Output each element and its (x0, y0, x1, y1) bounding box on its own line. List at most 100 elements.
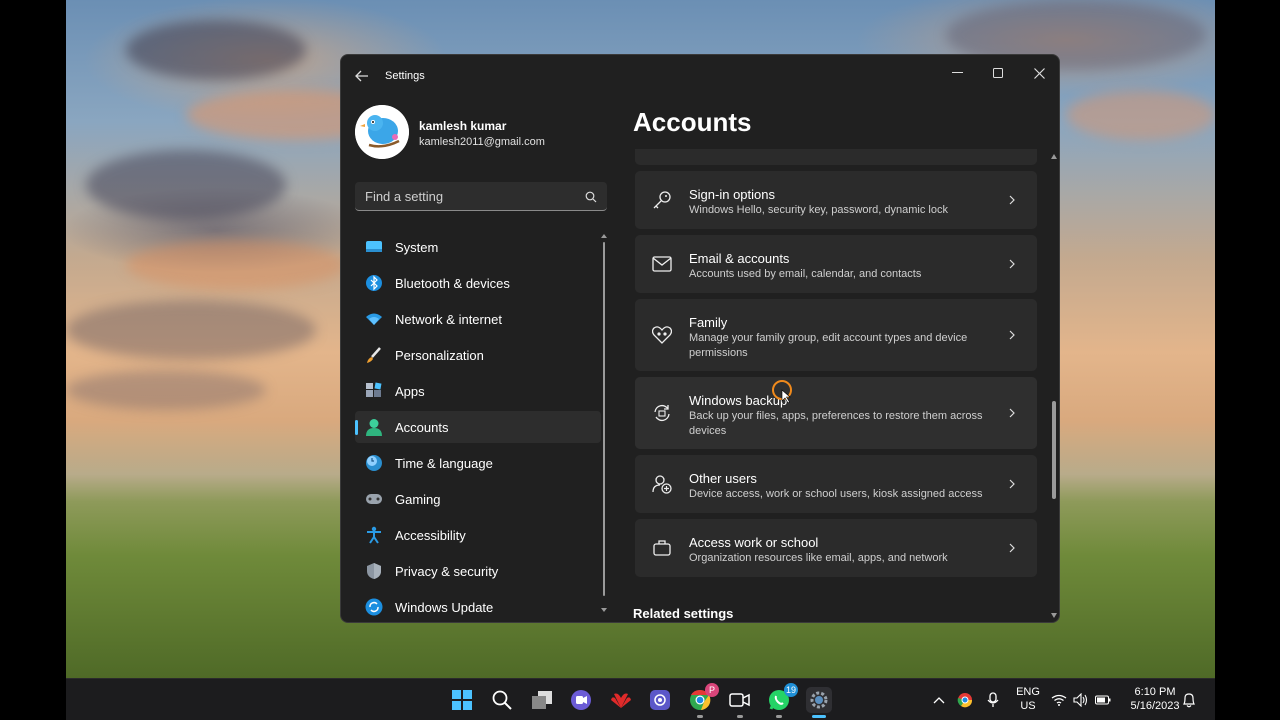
camera-icon[interactable] (727, 687, 753, 718)
maximize-icon[interactable] (978, 59, 1018, 87)
sidebar-item-label: Privacy & security (395, 564, 499, 579)
card-title: Other users (689, 471, 757, 486)
profile-email: kamlesh2011@gmail.com (419, 136, 545, 148)
start-button[interactable] (449, 687, 475, 713)
active-app-indicator (812, 715, 826, 718)
mail-icon (651, 253, 673, 275)
whatsapp-icon[interactable]: 19 (766, 683, 798, 718)
wifi-tray-icon[interactable] (1050, 687, 1068, 713)
sidebar-item-label: Personalization (395, 348, 484, 363)
back-arrow-icon[interactable] (353, 67, 371, 85)
gamepad-icon (365, 490, 383, 508)
close-icon[interactable] (1019, 59, 1059, 87)
clock-globe-icon (365, 454, 383, 472)
card-description: Manage your family group, edit account t… (689, 332, 968, 359)
card-family[interactable]: Family Manage your family group, edit ac… (635, 299, 1037, 371)
accounts-settings-list: Sign-in options Windows Hello, security … (633, 149, 1043, 622)
sidebar-item-personalization[interactable]: Personalization (355, 339, 601, 371)
task-view-icon[interactable] (529, 687, 555, 713)
content-scrollbar[interactable] (1049, 151, 1059, 621)
sidebar-item-accounts[interactable]: Accounts (355, 411, 601, 443)
card-sign-in-options[interactable]: Sign-in options Windows Hello, security … (635, 171, 1037, 229)
sidebar-item-gaming[interactable]: Gaming (355, 483, 601, 515)
huawei-icon[interactable] (608, 687, 634, 713)
sidebar-item-privacy[interactable]: Privacy & security (355, 555, 601, 587)
language-line2: US (1020, 700, 1036, 712)
search-box[interactable] (355, 182, 607, 211)
sidebar-item-label: Gaming (395, 492, 441, 507)
chevron-right-icon (1007, 257, 1017, 271)
backup-icon (651, 402, 673, 424)
card-title: Family (689, 315, 728, 330)
apps-icon (365, 382, 383, 400)
sidebar-item-label: Accessibility (395, 528, 466, 543)
running-indicator (697, 715, 703, 718)
volume-icon[interactable] (1072, 687, 1090, 713)
sidebar-item-label: Time & language (395, 456, 493, 471)
sidebar-item-system[interactable]: System (355, 231, 601, 263)
sidebar-item-time-language[interactable]: Time & language (355, 447, 601, 479)
sidebar-item-apps[interactable]: Apps (355, 375, 601, 407)
card-title: Access work or school (689, 535, 819, 550)
title-bar: Settings (341, 55, 1059, 97)
sidebar-scrollbar[interactable] (600, 232, 608, 616)
taskbar: P 19 ENG US 6:10 PM 5/16/2023 (66, 678, 1215, 720)
window-title: Settings (385, 70, 425, 82)
sidebar-item-label: System (395, 240, 439, 255)
card-partial[interactable] (635, 149, 1037, 165)
search-icon[interactable] (585, 190, 597, 203)
unread-badge: 19 (784, 683, 798, 697)
sidebar-item-windows-update[interactable]: Windows Update (355, 591, 601, 622)
card-description: Back up your files, apps, preferences to… (689, 410, 983, 437)
chevron-right-icon (1007, 477, 1017, 491)
running-indicator (737, 715, 743, 718)
update-icon (365, 598, 383, 616)
brush-icon (365, 346, 383, 364)
language-indicator[interactable]: ENG US (1010, 685, 1046, 713)
page-title: Accounts (633, 107, 752, 137)
card-description: Device access, work or school users, kio… (689, 488, 983, 500)
sidebar-item-accessibility[interactable]: Accessibility (355, 519, 601, 551)
card-email-accounts[interactable]: Email & accounts Accounts used by email,… (635, 235, 1037, 293)
chevron-right-icon (1007, 328, 1017, 342)
sidebar-item-label: Bluetooth & devices (395, 276, 510, 291)
chevron-right-icon (1007, 541, 1017, 555)
card-windows-backup[interactable]: Windows backup Back up your files, apps,… (635, 377, 1037, 449)
profile-name: kamlesh kumar (419, 119, 507, 133)
sidebar-item-network[interactable]: Network & internet (355, 303, 601, 335)
screen: Settings kamlesh kumar kamlesh2011@gmail… (0, 0, 1280, 720)
notification-bell-icon[interactable] (1180, 687, 1198, 713)
card-access-work-school[interactable]: Access work or school Organization resou… (635, 519, 1037, 577)
chevron-right-icon (1007, 193, 1017, 207)
screen-recorder-icon[interactable] (647, 687, 673, 713)
settings-gear-icon[interactable] (806, 687, 832, 718)
chrome-icon[interactable]: P (687, 683, 719, 718)
card-description: Accounts used by email, calendar, and co… (689, 268, 922, 280)
chrome-tray-icon[interactable] (952, 687, 978, 713)
active-indicator (355, 420, 358, 435)
system-icon (365, 238, 383, 256)
microphone-icon[interactable] (980, 687, 1006, 713)
taskbar-search-icon[interactable] (489, 687, 515, 713)
bird-avatar-icon (355, 105, 409, 159)
person-icon (365, 418, 383, 436)
chevron-up-icon[interactable] (926, 687, 952, 713)
sidebar-item-label: Windows Update (395, 600, 494, 615)
minimize-icon[interactable] (937, 59, 977, 87)
sidebar-item-label: Network & internet (395, 312, 502, 327)
card-other-users[interactable]: Other users Device access, work or schoo… (635, 455, 1037, 513)
avatar[interactable] (355, 105, 409, 159)
add-user-icon (651, 473, 673, 495)
running-indicator (776, 715, 782, 718)
search-input[interactable] (355, 182, 607, 210)
sidebar-item-label: Accounts (395, 420, 449, 435)
card-description: Windows Hello, security key, password, d… (689, 204, 948, 216)
sidebar-item-bluetooth[interactable]: Bluetooth & devices (355, 267, 601, 299)
battery-icon[interactable] (1094, 687, 1112, 713)
loading-cursor-icon (771, 379, 795, 404)
chat-icon[interactable] (568, 687, 594, 713)
accessibility-icon (365, 526, 383, 544)
card-title: Sign-in options (689, 187, 775, 202)
bluetooth-icon (365, 274, 383, 292)
related-settings-heading: Related settings (633, 606, 734, 621)
